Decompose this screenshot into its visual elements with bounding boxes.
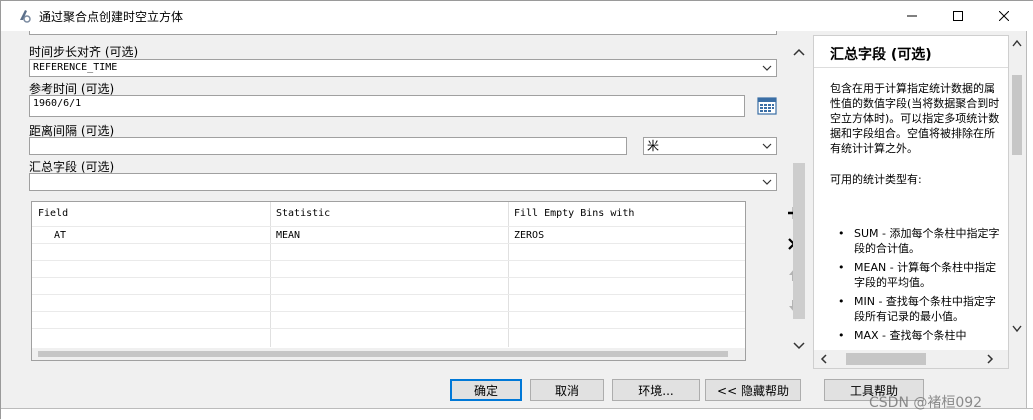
help-panel: 汇总字段 (可选) 包含在用于计算指定统计数据的属性值的数值字段(当将数据聚合到… (813, 35, 1009, 369)
table-cell-fill-empty[interactable]: ZEROS (514, 230, 544, 241)
chevron-up-icon[interactable] (1012, 39, 1022, 47)
title-bar: 通过聚合点创建时空立方体 (1, 1, 1033, 31)
dialog-window: 通过聚合点创建时空立方体 时间步长对齐 (可选) REFERENCE_TIME … (0, 0, 1033, 420)
calendar-icon[interactable] (757, 96, 777, 116)
help-horizontal-scrollbar[interactable] (814, 350, 1008, 368)
maximize-button[interactable] (935, 1, 981, 31)
column-header-field[interactable]: Field (38, 208, 68, 219)
environments-button[interactable]: 环境... (612, 379, 700, 401)
form-vertical-scrollbar[interactable] (791, 45, 807, 355)
help-statistic-list: SUM - 添加每个条柱中指定字段的合计值。 MEAN - 计算每个条柱中指定字… (830, 226, 1002, 347)
form-scroll-thumb[interactable] (793, 163, 805, 319)
chevron-down-icon (762, 143, 772, 149)
help-hscroll-thumb[interactable] (846, 353, 926, 365)
chevron-up-icon[interactable] (793, 47, 805, 57)
distance-interval-input[interactable] (29, 137, 627, 155)
table-cell-statistic[interactable]: MEAN (276, 230, 300, 241)
distance-unit-value: 米 (647, 139, 660, 153)
close-icon (999, 11, 1009, 21)
chevron-left-icon[interactable] (820, 354, 828, 364)
list-item: MEAN - 计算每个条柱中指定字段的平均值。 (830, 260, 1002, 290)
close-button[interactable] (981, 1, 1027, 31)
previous-field[interactable] (29, 31, 777, 35)
window-title: 通过聚合点创建时空立方体 (39, 10, 184, 24)
summary-fields-table: Field Statistic Fill Empty Bins with AT … (31, 201, 746, 361)
time-step-alignment-value: REFERENCE_TIME (33, 62, 118, 73)
list-item: SUM - 添加每个条柱中指定字段的合计值。 (830, 226, 1002, 256)
minimize-icon (907, 15, 917, 17)
maximize-icon (953, 11, 963, 21)
list-item: MAX - 查找每个条柱中 (830, 328, 1002, 343)
chevron-down-icon[interactable] (793, 341, 805, 351)
chevron-down-icon (762, 65, 772, 71)
chevron-down-icon[interactable] (1012, 325, 1022, 333)
background-window-edge (1026, 31, 1033, 420)
parameter-form: 时间步长对齐 (可选) REFERENCE_TIME 参考时间 (可选) 196… (29, 31, 809, 369)
list-item: MIN - 查找每个条柱中指定字段所有记录的最小值。 (830, 294, 1002, 324)
hide-help-button[interactable]: << 隐藏帮助 (705, 379, 801, 401)
column-header-fill-empty[interactable]: Fill Empty Bins with (514, 208, 634, 219)
table-horizontal-scrollbar[interactable] (32, 348, 745, 360)
column-header-statistic[interactable]: Statistic (276, 208, 330, 219)
reference-time-input[interactable]: 1960/6/1 (29, 95, 745, 117)
watermark: CSDN @褚桓092 (869, 395, 983, 411)
help-types-heading: 可用的统计类型有: (830, 173, 922, 186)
minimize-button[interactable] (889, 1, 935, 31)
distance-unit-select[interactable]: 米 (643, 137, 777, 155)
ok-button[interactable]: 确定 (450, 379, 522, 401)
chevron-down-icon (762, 179, 772, 185)
chevron-right-icon[interactable] (986, 354, 994, 364)
time-step-alignment-label: 时间步长对齐 (可选) (29, 45, 139, 59)
help-body: 包含在用于计算指定统计数据的属性值的数值字段(当将数据聚合到时空立方体时)。可以… (830, 81, 1002, 203)
summary-fields-select[interactable] (29, 173, 777, 191)
help-title: 汇总字段 (可选) (830, 47, 932, 63)
help-intro: 包含在用于计算指定统计数据的属性值的数值字段(当将数据聚合到时空立方体时)。可以… (830, 82, 1000, 155)
reference-time-value: 1960/6/1 (33, 98, 82, 109)
help-vertical-scrollbar[interactable] (1009, 35, 1025, 369)
cancel-button[interactable]: 取消 (530, 379, 604, 401)
table-cell-field[interactable]: AT (54, 230, 66, 241)
time-step-alignment-select[interactable]: REFERENCE_TIME (29, 59, 777, 77)
toolbox-icon (20, 10, 31, 23)
help-vscroll-thumb[interactable] (1012, 75, 1022, 155)
